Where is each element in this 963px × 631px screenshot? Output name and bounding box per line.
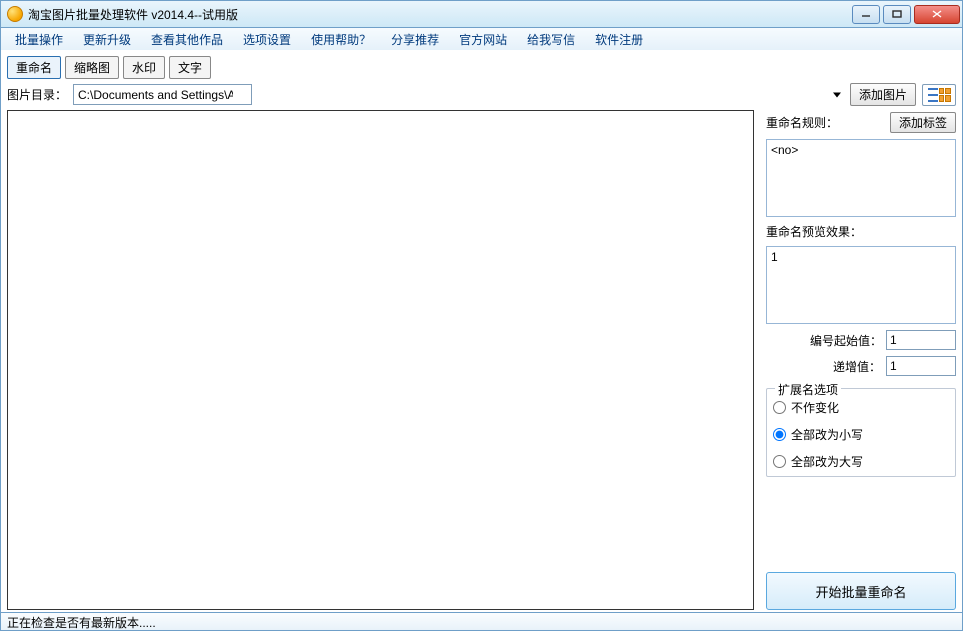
list-view-icon xyxy=(928,88,938,102)
menu-website[interactable]: 官方网站 xyxy=(449,29,517,50)
menu-share[interactable]: 分享推荐 xyxy=(381,29,449,50)
rename-preview-label: 重命名预览效果： xyxy=(766,223,956,240)
increment-input[interactable] xyxy=(886,356,956,376)
start-value-label: 编号起始值： xyxy=(810,332,882,349)
window-title: 淘宝图片批量处理软件 v2014.4--试用版 xyxy=(28,6,852,23)
image-list-area[interactable] xyxy=(7,110,754,610)
app-icon xyxy=(7,6,23,22)
status-bar: 正在检查是否有最新版本..... xyxy=(0,613,963,631)
dropdown-icon[interactable] xyxy=(833,92,841,97)
extension-option-legend: 扩展名选项 xyxy=(775,381,841,398)
radio-lowercase[interactable]: 全部改为小写 xyxy=(773,426,949,443)
menu-contact[interactable]: 给我写信 xyxy=(517,29,585,50)
maximize-button[interactable] xyxy=(883,5,911,24)
increment-label: 递增值： xyxy=(833,358,881,375)
minimize-button[interactable] xyxy=(852,5,880,24)
tabs: 重命名 缩略图 水印 文字 xyxy=(7,56,956,79)
tab-rename[interactable]: 重命名 xyxy=(7,56,61,79)
path-input[interactable] xyxy=(73,84,252,105)
menu-register[interactable]: 软件注册 xyxy=(585,29,653,50)
menu-help[interactable]: 使用帮助？ xyxy=(301,29,381,50)
radio-uppercase[interactable]: 全部改为大写 xyxy=(773,453,949,470)
rename-side-panel: 重命名规则： 添加标签 <no> 重命名预览效果： 1 编号起始值： 递增值： … xyxy=(766,110,956,610)
tab-watermark[interactable]: 水印 xyxy=(123,56,165,79)
start-batch-rename-button[interactable]: 开始批量重命名 xyxy=(766,572,956,610)
tab-thumbnail[interactable]: 缩略图 xyxy=(65,56,119,79)
menubar: 批量操作 更新升级 查看其他作品 选项设置 使用帮助？ 分享推荐 官方网站 给我… xyxy=(0,28,963,50)
menu-batch[interactable]: 批量操作 xyxy=(5,29,73,50)
view-toggle-button[interactable] xyxy=(922,84,956,106)
menu-options[interactable]: 选项设置 xyxy=(233,29,301,50)
path-label: 图片目录： xyxy=(7,86,67,103)
add-tag-button[interactable]: 添加标签 xyxy=(890,112,956,133)
start-value-input[interactable] xyxy=(886,330,956,350)
rename-preview-box: 1 xyxy=(766,246,956,324)
radio-no-change[interactable]: 不作变化 xyxy=(773,399,949,416)
menu-update[interactable]: 更新升级 xyxy=(73,29,141,50)
tab-text[interactable]: 文字 xyxy=(169,56,211,79)
rename-rule-textarea[interactable]: <no> xyxy=(766,139,956,217)
close-button[interactable] xyxy=(914,5,960,24)
rename-rules-label: 重命名规则： xyxy=(766,114,838,131)
grid-view-icon xyxy=(939,88,951,102)
menu-other-works[interactable]: 查看其他作品 xyxy=(141,29,233,50)
add-image-button[interactable]: 添加图片 xyxy=(850,83,916,106)
titlebar[interactable]: 淘宝图片批量处理软件 v2014.4--试用版 xyxy=(0,0,963,28)
